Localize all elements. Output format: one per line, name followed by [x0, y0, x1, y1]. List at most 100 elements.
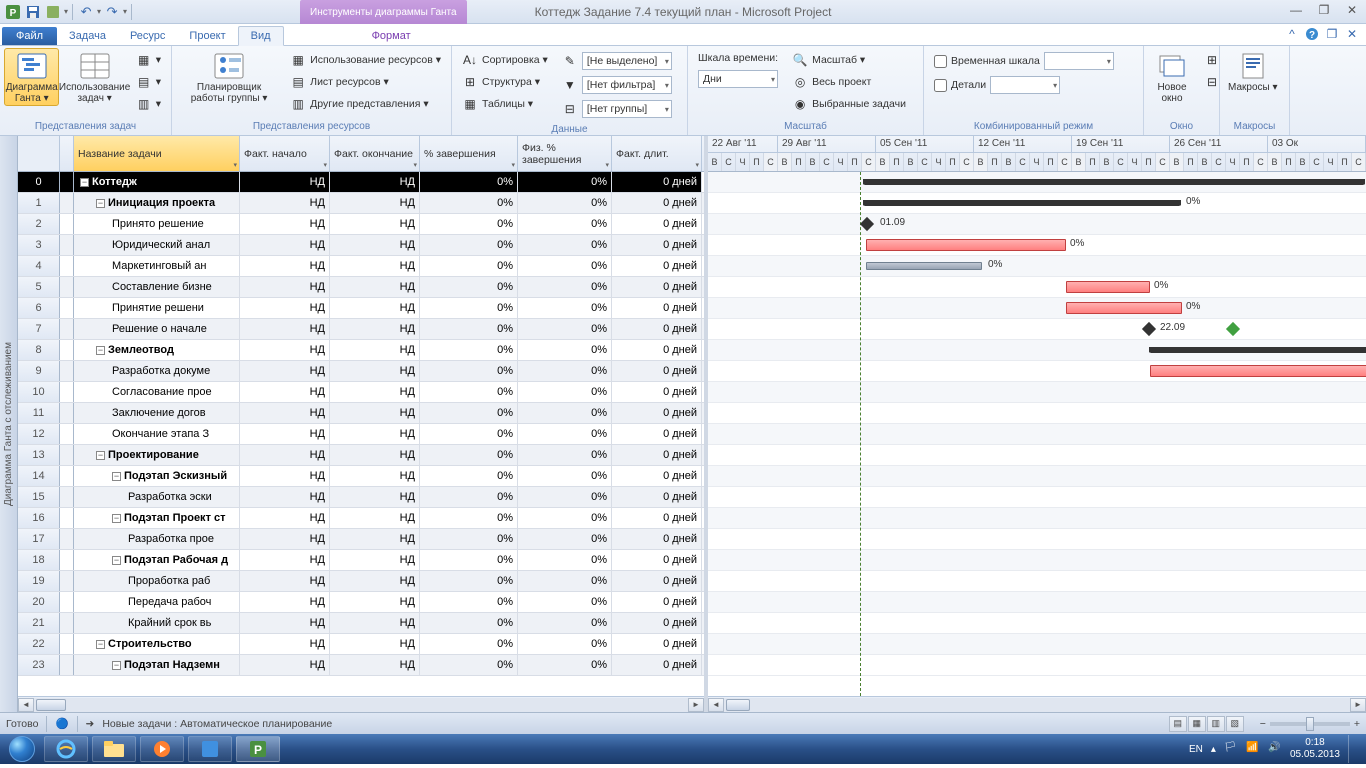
day-header[interactable]: Ч	[1226, 153, 1240, 171]
other-views-button[interactable]: ▥Другие представления ▾	[286, 94, 445, 114]
phys-pct-cell[interactable]: 0%	[518, 655, 612, 675]
day-header[interactable]: Ч	[932, 153, 946, 171]
phys-pct-cell[interactable]: 0%	[518, 319, 612, 339]
actual-finish-cell[interactable]: НД	[330, 193, 420, 213]
col-pct-complete[interactable]: % завершения▾	[420, 136, 518, 171]
gantt-row[interactable]	[708, 655, 1366, 676]
gantt-header[interactable]: 22 Авг '1129 Авг '1105 Сен '1112 Сен '11…	[708, 136, 1366, 172]
show-desktop-button[interactable]	[1348, 735, 1356, 763]
save-button[interactable]	[24, 3, 42, 21]
pct-cell[interactable]: 0%	[420, 424, 518, 444]
zoom-out-button[interactable]: −	[1260, 718, 1266, 730]
col-actual-duration[interactable]: Факт. длит.▾	[612, 136, 702, 171]
day-header[interactable]: С	[918, 153, 932, 171]
day-header[interactable]: В	[1002, 153, 1016, 171]
row-number[interactable]: 2	[18, 214, 60, 234]
collapse-icon[interactable]: −	[112, 514, 121, 523]
row-number[interactable]: 19	[18, 571, 60, 591]
duration-cell[interactable]: 0 дней	[612, 193, 702, 213]
phys-pct-cell[interactable]: 0%	[518, 361, 612, 381]
gantt-row[interactable]	[708, 424, 1366, 445]
day-header[interactable]: С	[1310, 153, 1324, 171]
duration-cell[interactable]: 0 дней	[612, 214, 702, 234]
task-bar[interactable]	[866, 239, 1066, 251]
day-header[interactable]: В	[1296, 153, 1310, 171]
pct-cell[interactable]: 0%	[420, 172, 518, 192]
task-name-cell[interactable]: −Подэтап Эскизный	[74, 466, 240, 486]
actual-finish-cell[interactable]: НД	[330, 424, 420, 444]
task-name-cell[interactable]: Разработка эски	[74, 487, 240, 507]
table-row[interactable]: 12Окончание этапа ЗНДНД0%0%0 дней	[18, 424, 704, 445]
tab-view[interactable]: Вид	[238, 26, 284, 46]
day-header[interactable]: Ч	[736, 153, 750, 171]
view-planner-shortcut[interactable]: ▥	[1207, 716, 1225, 732]
table-row[interactable]: 11Заключение договНДНД0%0%0 дней	[18, 403, 704, 424]
task-name-cell[interactable]: Принято решение	[74, 214, 240, 234]
taskbar-project[interactable]: P	[236, 736, 280, 762]
phys-pct-cell[interactable]: 0%	[518, 487, 612, 507]
day-header[interactable]: П	[750, 153, 764, 171]
pct-cell[interactable]: 0%	[420, 634, 518, 654]
task-bar[interactable]	[1066, 281, 1150, 293]
table-row[interactable]: 0−КоттеджНДНД0%0%0 дней	[18, 172, 704, 193]
task-name-cell[interactable]: Маркетинговый ан	[74, 256, 240, 276]
day-header[interactable]: П	[1184, 153, 1198, 171]
tab-project[interactable]: Проект	[177, 27, 237, 45]
table-row[interactable]: 3Юридический аналНДНД0%0%0 дней	[18, 235, 704, 256]
task-name-cell[interactable]: Принятие решени	[74, 298, 240, 318]
week-header[interactable]: 22 Авг '11	[708, 136, 778, 152]
row-number[interactable]: 15	[18, 487, 60, 507]
actual-start-cell[interactable]: НД	[240, 613, 330, 633]
table-row[interactable]: 5Составление бизнеНДНД0%0%0 дней	[18, 277, 704, 298]
task-name-cell[interactable]: Составление бизне	[74, 277, 240, 297]
actual-finish-cell[interactable]: НД	[330, 466, 420, 486]
table-row[interactable]: 2Принято решениеНДНД0%0%0 дней	[18, 214, 704, 235]
actual-finish-cell[interactable]: НД	[330, 256, 420, 276]
pct-cell[interactable]: 0%	[420, 508, 518, 528]
gantt-row[interactable]	[708, 592, 1366, 613]
duration-cell[interactable]: 0 дней	[612, 655, 702, 675]
group-button[interactable]: ⊟[Нет группы]▾	[558, 98, 676, 120]
actual-finish-cell[interactable]: НД	[330, 592, 420, 612]
select-all-cell[interactable]	[18, 136, 60, 171]
start-button[interactable]	[2, 735, 42, 763]
tab-resource[interactable]: Ресурс	[118, 27, 177, 45]
view-gantt-shortcut[interactable]: ▤	[1169, 716, 1187, 732]
gantt-body[interactable]: 0%01.090%0%0%0%22.09	[708, 172, 1366, 696]
actual-start-cell[interactable]: НД	[240, 214, 330, 234]
duration-cell[interactable]: 0 дней	[612, 361, 702, 381]
tray-clock[interactable]: 0:18 05.05.2013	[1290, 737, 1340, 761]
grid-hscroll[interactable]: ◄ ►	[18, 696, 704, 712]
gantt-row[interactable]	[708, 634, 1366, 655]
grid-body[interactable]: 0−КоттеджНДНД0%0%0 дней1−Инициация проек…	[18, 172, 704, 696]
tray-volume-icon[interactable]: 🔊	[1268, 742, 1282, 756]
week-header[interactable]: 29 Авг '11	[778, 136, 876, 152]
row-number[interactable]: 12	[18, 424, 60, 444]
team-planner-button[interactable]: Планировщик работы группы ▾	[176, 48, 282, 106]
restore-button[interactable]: ❐	[1314, 2, 1334, 18]
timeline-checkbox[interactable]: Временная шкала ▾	[930, 50, 1118, 72]
actual-finish-cell[interactable]: НД	[330, 298, 420, 318]
scroll-right-button[interactable]: ►	[688, 698, 704, 712]
phys-pct-cell[interactable]: 0%	[518, 340, 612, 360]
day-header[interactable]: С	[764, 153, 778, 171]
day-header[interactable]: П	[890, 153, 904, 171]
phys-pct-cell[interactable]: 0%	[518, 445, 612, 465]
highlight-button[interactable]: ✎[Не выделено]▾	[558, 50, 676, 72]
zoom-slider[interactable]: − +	[1260, 718, 1360, 730]
gantt-scroll-right[interactable]: ►	[1350, 698, 1366, 712]
tab-file[interactable]: Файл	[2, 27, 57, 45]
gantt-row[interactable]	[708, 508, 1366, 529]
gantt-row[interactable]	[708, 403, 1366, 424]
day-header[interactable]: П	[792, 153, 806, 171]
task-name-cell[interactable]: −Инициация проекта	[74, 193, 240, 213]
actual-start-cell[interactable]: НД	[240, 340, 330, 360]
row-number[interactable]: 13	[18, 445, 60, 465]
table-row[interactable]: 23−Подэтап НадземнНДНД0%0%0 дней	[18, 655, 704, 676]
row-number[interactable]: 21	[18, 613, 60, 633]
task-name-cell[interactable]: Крайний срок вь	[74, 613, 240, 633]
day-header[interactable]: С	[722, 153, 736, 171]
actual-finish-cell[interactable]: НД	[330, 340, 420, 360]
new-window-button[interactable]: Новое окно	[1148, 48, 1196, 106]
table-row[interactable]: 7Решение о началеНДНД0%0%0 дней	[18, 319, 704, 340]
